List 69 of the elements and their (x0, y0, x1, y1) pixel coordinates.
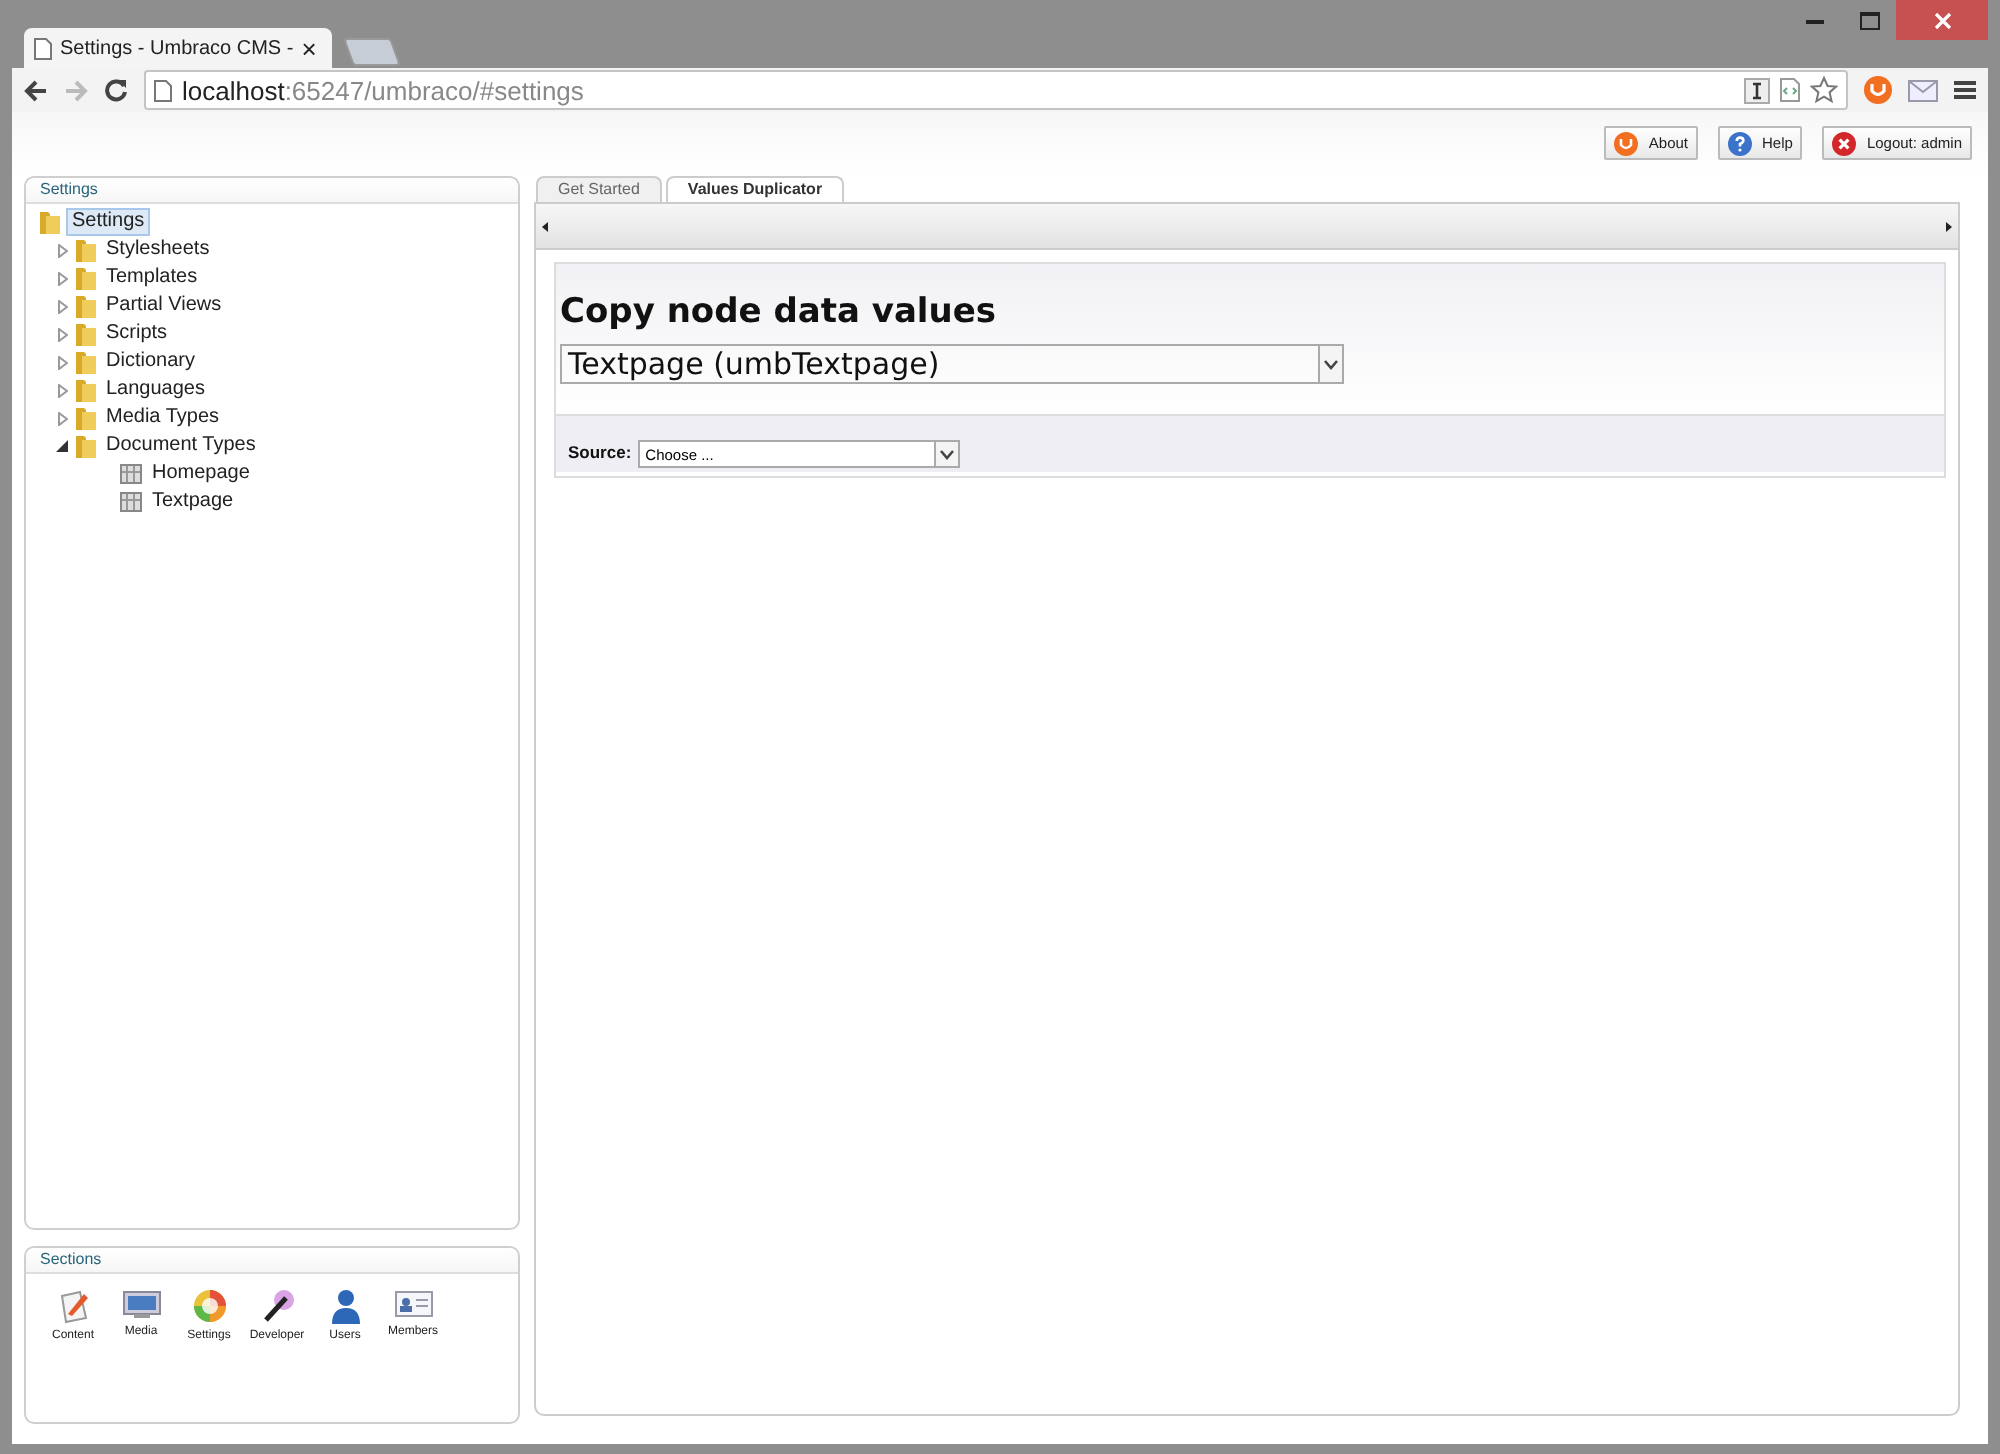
collapsed-arrow-icon[interactable] (57, 299, 67, 313)
back-icon[interactable] (24, 79, 48, 101)
menu-icon[interactable] (1954, 80, 1976, 100)
close-button[interactable] (1896, 0, 1988, 40)
forward-icon[interactable] (64, 79, 88, 101)
panel-title: Settings (26, 178, 518, 204)
folder-icon (76, 406, 96, 430)
folder-icon (76, 322, 96, 346)
tree-item[interactable]: Document Types (102, 434, 260, 458)
text-cursor-icon[interactable] (1744, 77, 1770, 103)
folder-icon (76, 378, 96, 402)
folder-icon (76, 266, 96, 290)
close-icon (1832, 131, 1857, 155)
logo-icon (1614, 131, 1639, 155)
tree-item[interactable]: Settings (66, 208, 151, 236)
monitor-icon (121, 1288, 161, 1320)
user-icon (329, 1288, 361, 1324)
reload-icon[interactable] (104, 78, 128, 102)
tree-item[interactable]: Scripts (102, 322, 172, 346)
page-heading: Copy node data values (560, 292, 999, 332)
star-icon[interactable] (1810, 76, 1838, 104)
collapsed-arrow-icon[interactable] (57, 271, 67, 285)
source-label: Source: (568, 442, 632, 466)
url-text: localhost:65247/umbraco/#settings (182, 75, 584, 105)
collapsed-arrow-icon[interactable] (57, 355, 67, 369)
document-type-icon (120, 464, 142, 484)
tree-item[interactable]: Textpage (148, 490, 238, 514)
page-code-icon[interactable] (1780, 78, 1800, 102)
folder-icon (76, 294, 96, 318)
page-icon (154, 79, 172, 101)
logo-icon[interactable] (1864, 76, 1892, 104)
page-icon (34, 37, 52, 59)
collapsed-arrow-icon[interactable] (57, 383, 67, 397)
collapsed-arrow-icon[interactable] (57, 243, 67, 257)
folder-icon (76, 350, 96, 374)
tab-title: Settings - Umbraco CMS - (60, 37, 294, 59)
close-icon (1933, 11, 1951, 29)
color-wheel-icon (191, 1288, 227, 1324)
tree-item[interactable]: Dictionary (102, 350, 199, 374)
minimize-icon (1806, 17, 1824, 23)
document-type-dropdown[interactable]: Textpage (umbTextpage) (560, 344, 1344, 384)
help-icon (1728, 131, 1753, 155)
mail-icon[interactable] (1908, 79, 1938, 101)
tree-item[interactable]: Templates (102, 266, 202, 290)
scroll-right-icon[interactable] (1946, 221, 1952, 231)
address-bar[interactable]: localhost:65247/umbraco/#settings (144, 70, 1848, 110)
maximize-icon (1859, 11, 1879, 29)
collapsed-arrow-icon[interactable] (57, 411, 67, 425)
tab[interactable]: Values Duplicator (665, 176, 845, 202)
tree-item[interactable]: Media Types (102, 406, 224, 430)
tree-item[interactable]: Homepage (148, 462, 254, 486)
browser-tab[interactable]: Settings - Umbraco CMS - × (24, 28, 333, 68)
id-card-icon (393, 1288, 433, 1320)
tab[interactable]: Get Started (536, 176, 662, 202)
new-tab-button[interactable] (343, 38, 402, 66)
folder-icon (76, 238, 96, 262)
tab-close-button[interactable]: × (301, 33, 317, 63)
pencil-page-icon (55, 1288, 91, 1324)
tree-item[interactable]: Stylesheets (102, 238, 214, 262)
folder-icon (40, 210, 60, 234)
expanded-arrow-icon[interactable] (56, 440, 68, 452)
scroll-left-icon[interactable] (542, 221, 548, 231)
magic-wand-icon (259, 1288, 295, 1324)
collapsed-arrow-icon[interactable] (57, 327, 67, 341)
panel-title: Sections (26, 1248, 518, 1274)
document-type-icon (120, 492, 142, 512)
tree-item[interactable]: Partial Views (102, 294, 226, 318)
folder-icon (76, 434, 96, 458)
tree-item[interactable]: Languages (102, 378, 209, 402)
